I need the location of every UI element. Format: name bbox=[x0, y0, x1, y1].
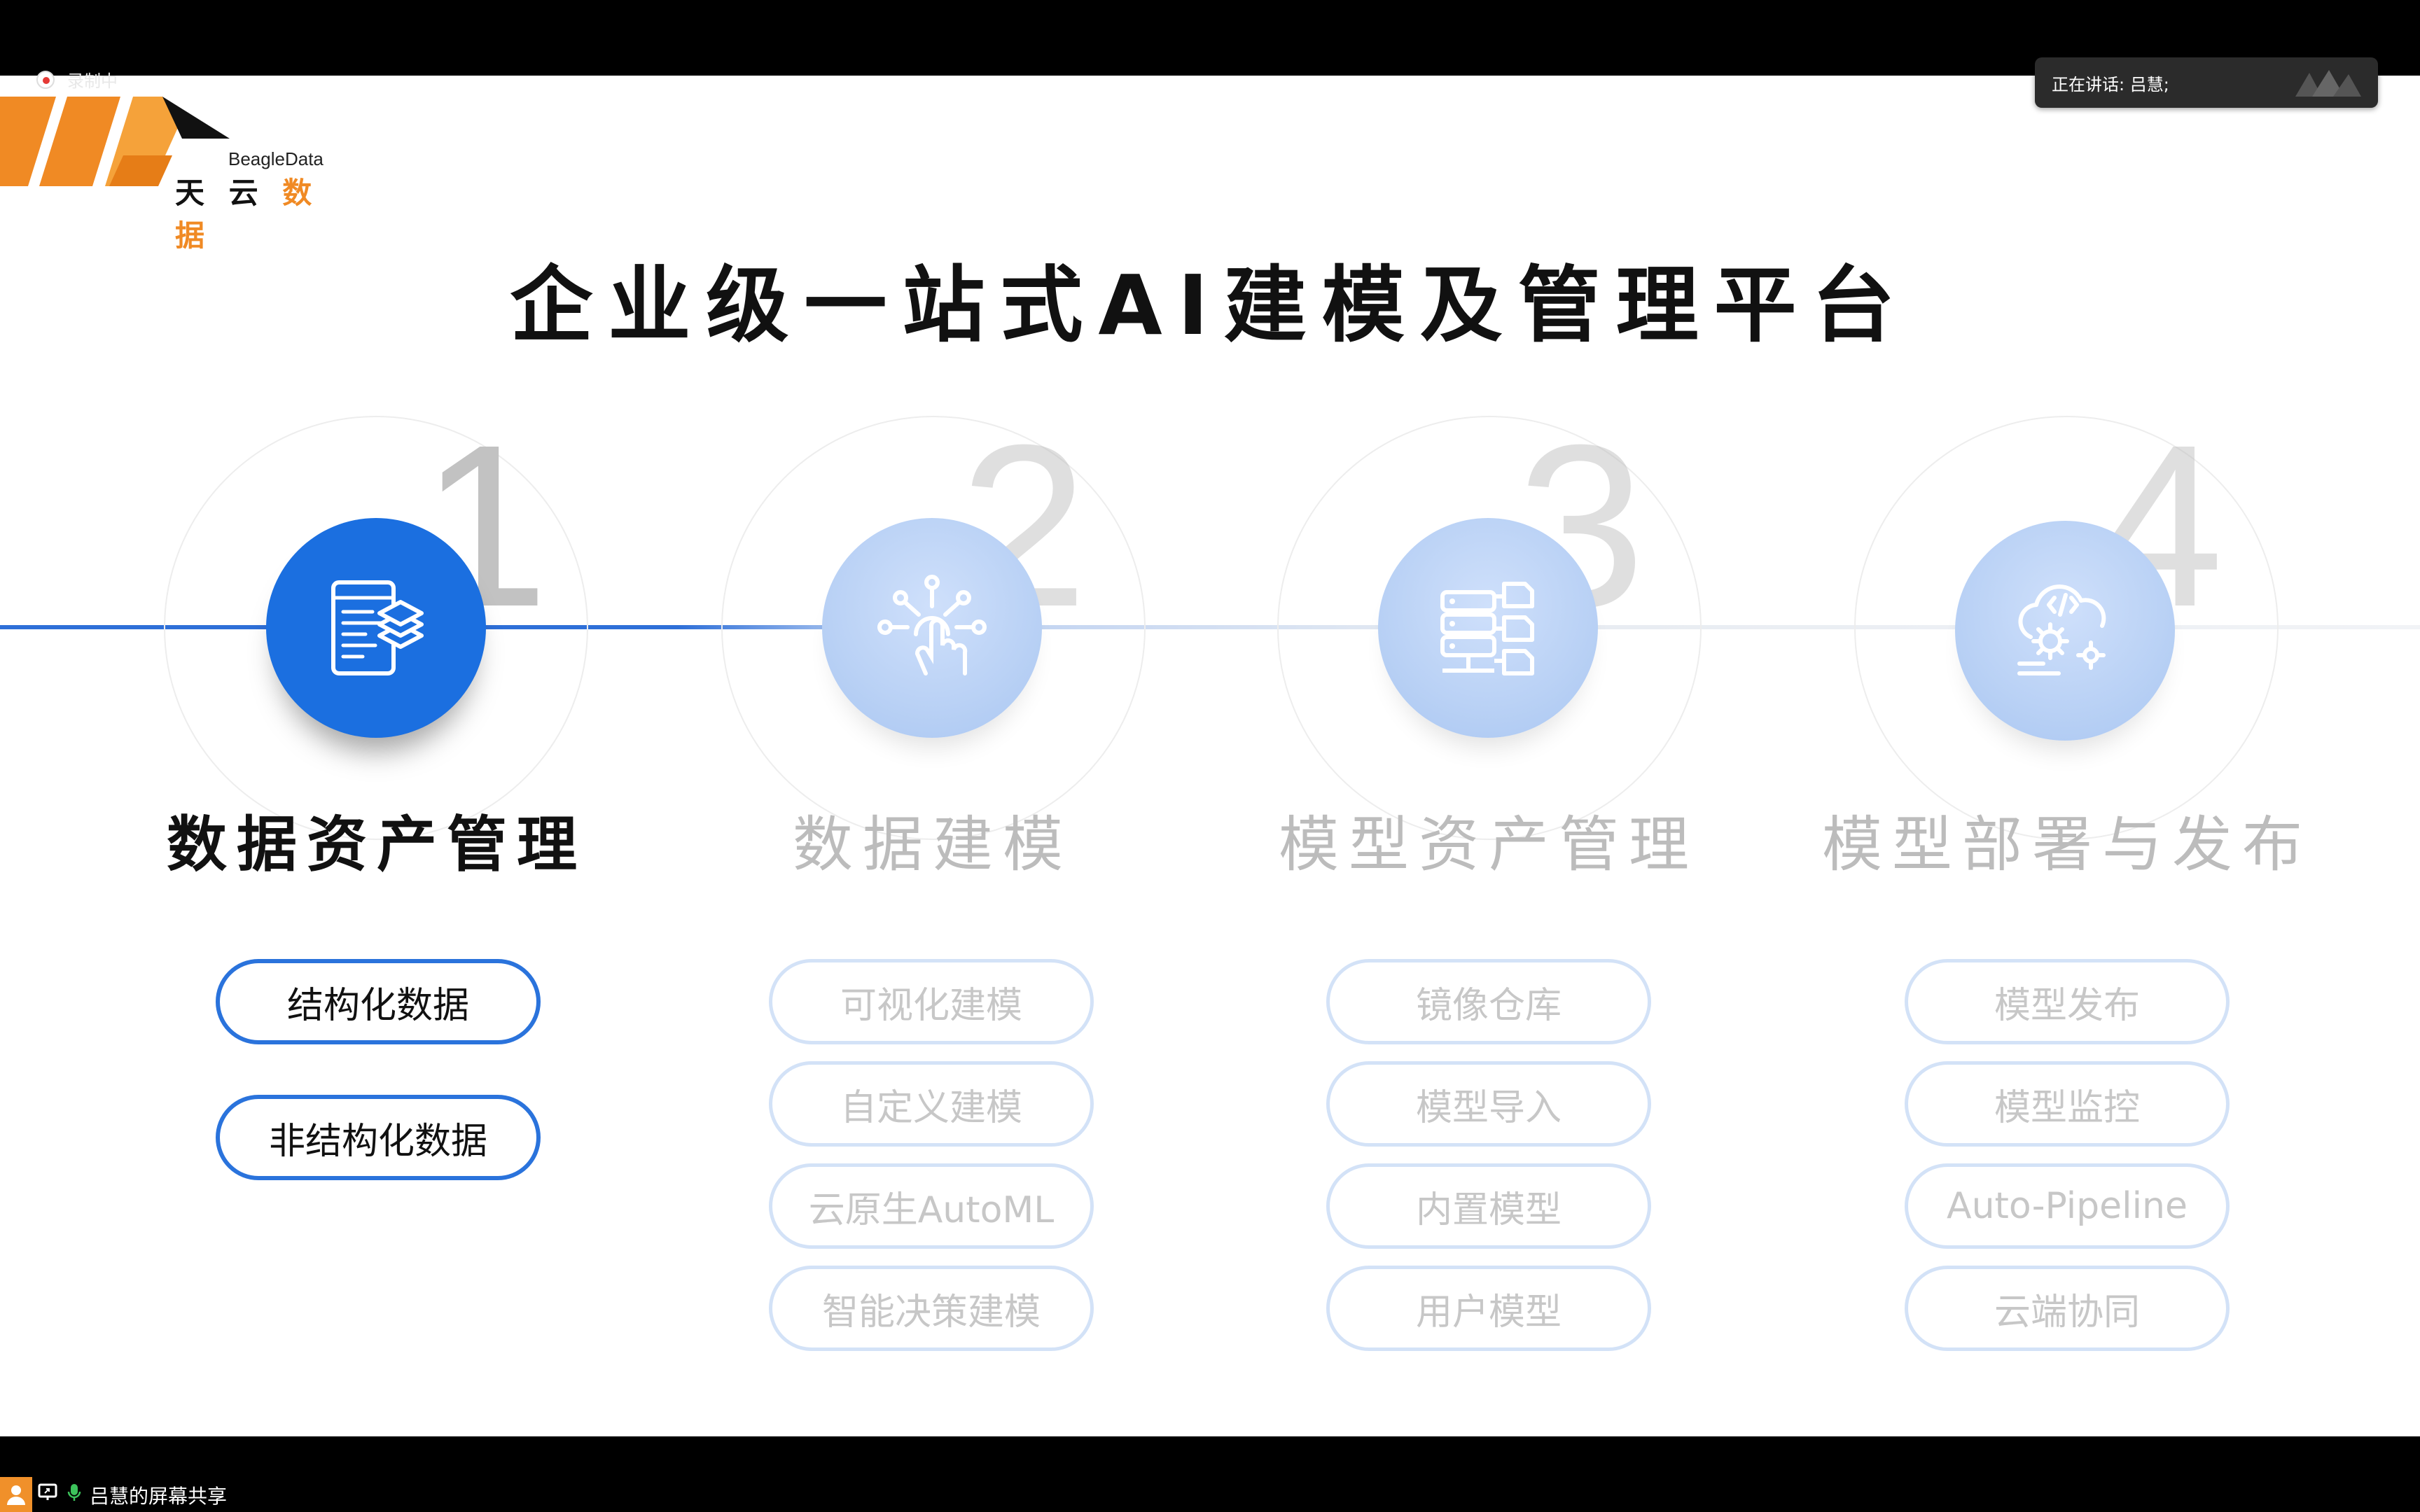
recording-label: 录制中 bbox=[67, 71, 118, 91]
server-storage-icon bbox=[1440, 582, 1534, 676]
feature-pill[interactable]: 智能决策建模 bbox=[769, 1266, 1094, 1351]
logo-english-text: BeagleData bbox=[228, 148, 324, 169]
active-speaker-indicator: 正在讲话: 吕慧; bbox=[2035, 57, 2378, 108]
feature-pill[interactable]: 模型监控 bbox=[1905, 1061, 2230, 1147]
feature-pill[interactable]: 自定义建模 bbox=[769, 1061, 1094, 1147]
feature-pill[interactable]: 结构化数据 bbox=[216, 959, 541, 1044]
feature-pill[interactable]: 模型发布 bbox=[1905, 959, 2230, 1044]
presentation-slide: BeagleData 天 云 数 据 企业级一站式AI建模及管理平台 1 数据资… bbox=[0, 76, 2420, 1436]
step-icon-circle bbox=[1955, 521, 2175, 741]
feature-pill[interactable]: Auto-Pipeline bbox=[1905, 1163, 2230, 1249]
step-heading: 数据资产管理 bbox=[167, 810, 587, 880]
record-icon bbox=[36, 70, 55, 89]
feature-pill[interactable]: 用户模型 bbox=[1326, 1266, 1651, 1351]
screen-share-icon bbox=[38, 1483, 57, 1500]
presenter-avatar[interactable] bbox=[0, 1477, 32, 1512]
cloud-gear-icon bbox=[2017, 584, 2106, 676]
logo-cn-prefix: 天 云 bbox=[175, 176, 283, 210]
active-speaker-label: 正在讲话: 吕慧; bbox=[2052, 74, 2169, 94]
microphone-icon bbox=[67, 1484, 81, 1501]
touch-network-icon bbox=[877, 575, 987, 676]
beagledata-logo: BeagleData 天 云 数 据 bbox=[0, 97, 324, 253]
step-heading: 模型资产管理 bbox=[1279, 810, 1699, 880]
feature-pill[interactable]: 可视化建模 bbox=[769, 959, 1094, 1044]
recording-indicator[interactable]: 录制中 bbox=[36, 67, 118, 92]
step-heading: 模型部署与发布 bbox=[1822, 810, 2312, 880]
speaker-avatar-icon bbox=[2295, 70, 2361, 97]
feature-pill[interactable]: 模型导入 bbox=[1326, 1061, 1651, 1147]
data-document-layers-icon bbox=[331, 580, 424, 676]
step-icon-circle bbox=[822, 518, 1042, 738]
step-icon-circle bbox=[266, 518, 486, 738]
feature-pill[interactable]: 内置模型 bbox=[1326, 1163, 1651, 1249]
feature-pill[interactable]: 非结构化数据 bbox=[216, 1095, 541, 1180]
feature-pill[interactable]: 镜像仓库 bbox=[1326, 959, 1651, 1044]
feature-pill[interactable]: 云端协同 bbox=[1905, 1266, 2230, 1351]
share-status-icons bbox=[38, 1483, 81, 1502]
slide-title: 企业级一站式AI建模及管理平台 bbox=[510, 257, 1910, 354]
person-icon bbox=[7, 1485, 25, 1505]
feature-pill[interactable]: 云原生AutoML bbox=[769, 1163, 1094, 1249]
bottom-bar bbox=[0, 1436, 2420, 1512]
step-icon-circle bbox=[1378, 518, 1598, 738]
step-heading: 数据建模 bbox=[793, 810, 1073, 880]
screen-share-label: 吕慧的屏幕共享 bbox=[90, 1485, 228, 1508]
